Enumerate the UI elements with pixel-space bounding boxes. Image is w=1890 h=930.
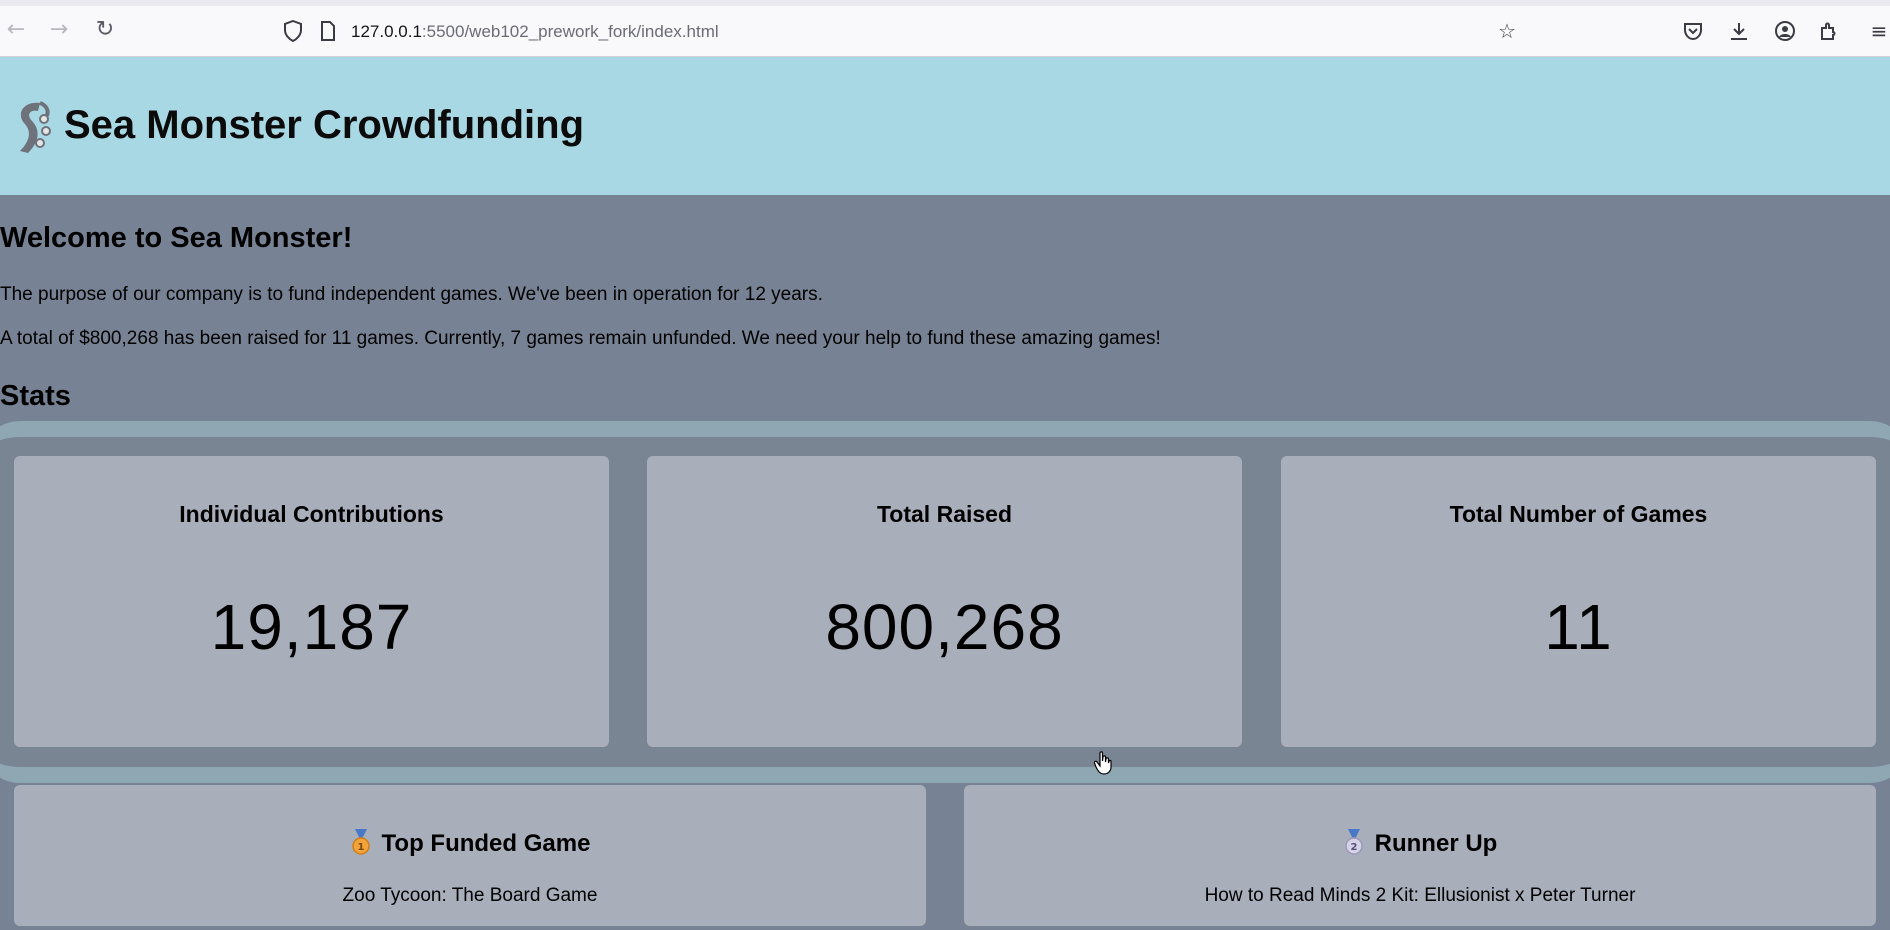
stat-label: Total Raised — [876, 501, 1013, 527]
company-description: The purpose of our company is to fund in… — [0, 284, 823, 305]
account-icon[interactable] — [1774, 20, 1796, 42]
shield-icon[interactable] — [283, 20, 303, 42]
menu-icon[interactable]: ≡ — [1866, 18, 1890, 44]
runner-up-game-name: How to Read Minds 2 Kit: Ellusionist x P… — [1204, 885, 1636, 906]
url-bar[interactable]: 127.0.0.1:5500/web102_prework_fork/index… — [351, 22, 719, 42]
site-title: Sea Monster Crowdfunding — [64, 103, 584, 147]
back-button[interactable]: ← — [3, 17, 29, 43]
stat-value: 11 — [1544, 591, 1613, 663]
top-funded-game-name: Zoo Tycoon: The Board Game — [342, 885, 598, 906]
site-header: Sea Monster Crowdfunding — [0, 57, 1890, 195]
browser-toolbar: ← → ↻ 127.0.0.1:5500/web102_prework_fork… — [0, 0, 1890, 57]
top-funded-game-card: 1 Top Funded Game Zoo Tycoon: The Board … — [14, 785, 926, 926]
extensions-icon[interactable] — [1818, 20, 1840, 42]
pocket-icon[interactable] — [1682, 20, 1704, 42]
stats-heading: Stats — [0, 380, 71, 412]
runner-up-label: Runner Up — [1374, 830, 1498, 857]
stat-card-contributions: Individual Contributions 19,187 — [14, 456, 609, 747]
stat-value: 800,268 — [825, 591, 1064, 663]
stat-card-total-raised: Total Raised 800,268 — [647, 456, 1242, 747]
page-icon — [321, 21, 335, 41]
runner-up-heading: 2 Runner Up — [964, 829, 1876, 858]
stat-label: Individual Contributions — [179, 501, 444, 527]
funding-summary: A total of $800,268 has been raised for … — [0, 328, 1161, 349]
hand-cursor-icon — [1094, 751, 1112, 775]
stat-card-number-of-games: Total Number of Games 11 — [1281, 456, 1876, 747]
silver-medal-icon: 2 — [1344, 829, 1363, 855]
download-icon[interactable] — [1728, 20, 1750, 42]
top-funded-heading: 1 Top Funded Game — [14, 829, 926, 858]
svg-text:1: 1 — [357, 842, 364, 853]
forward-button[interactable]: → — [46, 17, 72, 43]
gold-medal-icon: 1 — [351, 829, 370, 855]
reload-button[interactable]: ↻ — [92, 17, 118, 43]
tentacle-logo-icon — [20, 101, 51, 153]
stat-value: 19,187 — [210, 591, 413, 663]
svg-text:2: 2 — [1350, 842, 1357, 853]
url-path: :5500/web102_prework_fork/index.html — [421, 22, 719, 41]
url-host: 127.0.0.1 — [351, 22, 422, 41]
welcome-heading: Welcome to Sea Monster! — [0, 222, 353, 254]
runner-up-game-card: 2 Runner Up How to Read Minds 2 Kit: Ell… — [964, 785, 1876, 926]
tab-strip — [0, 0, 1890, 6]
stat-label: Total Number of Games — [1449, 501, 1708, 527]
top-funded-label: Top Funded Game — [381, 830, 591, 857]
bookmark-star-icon[interactable]: ☆ — [1494, 18, 1520, 44]
